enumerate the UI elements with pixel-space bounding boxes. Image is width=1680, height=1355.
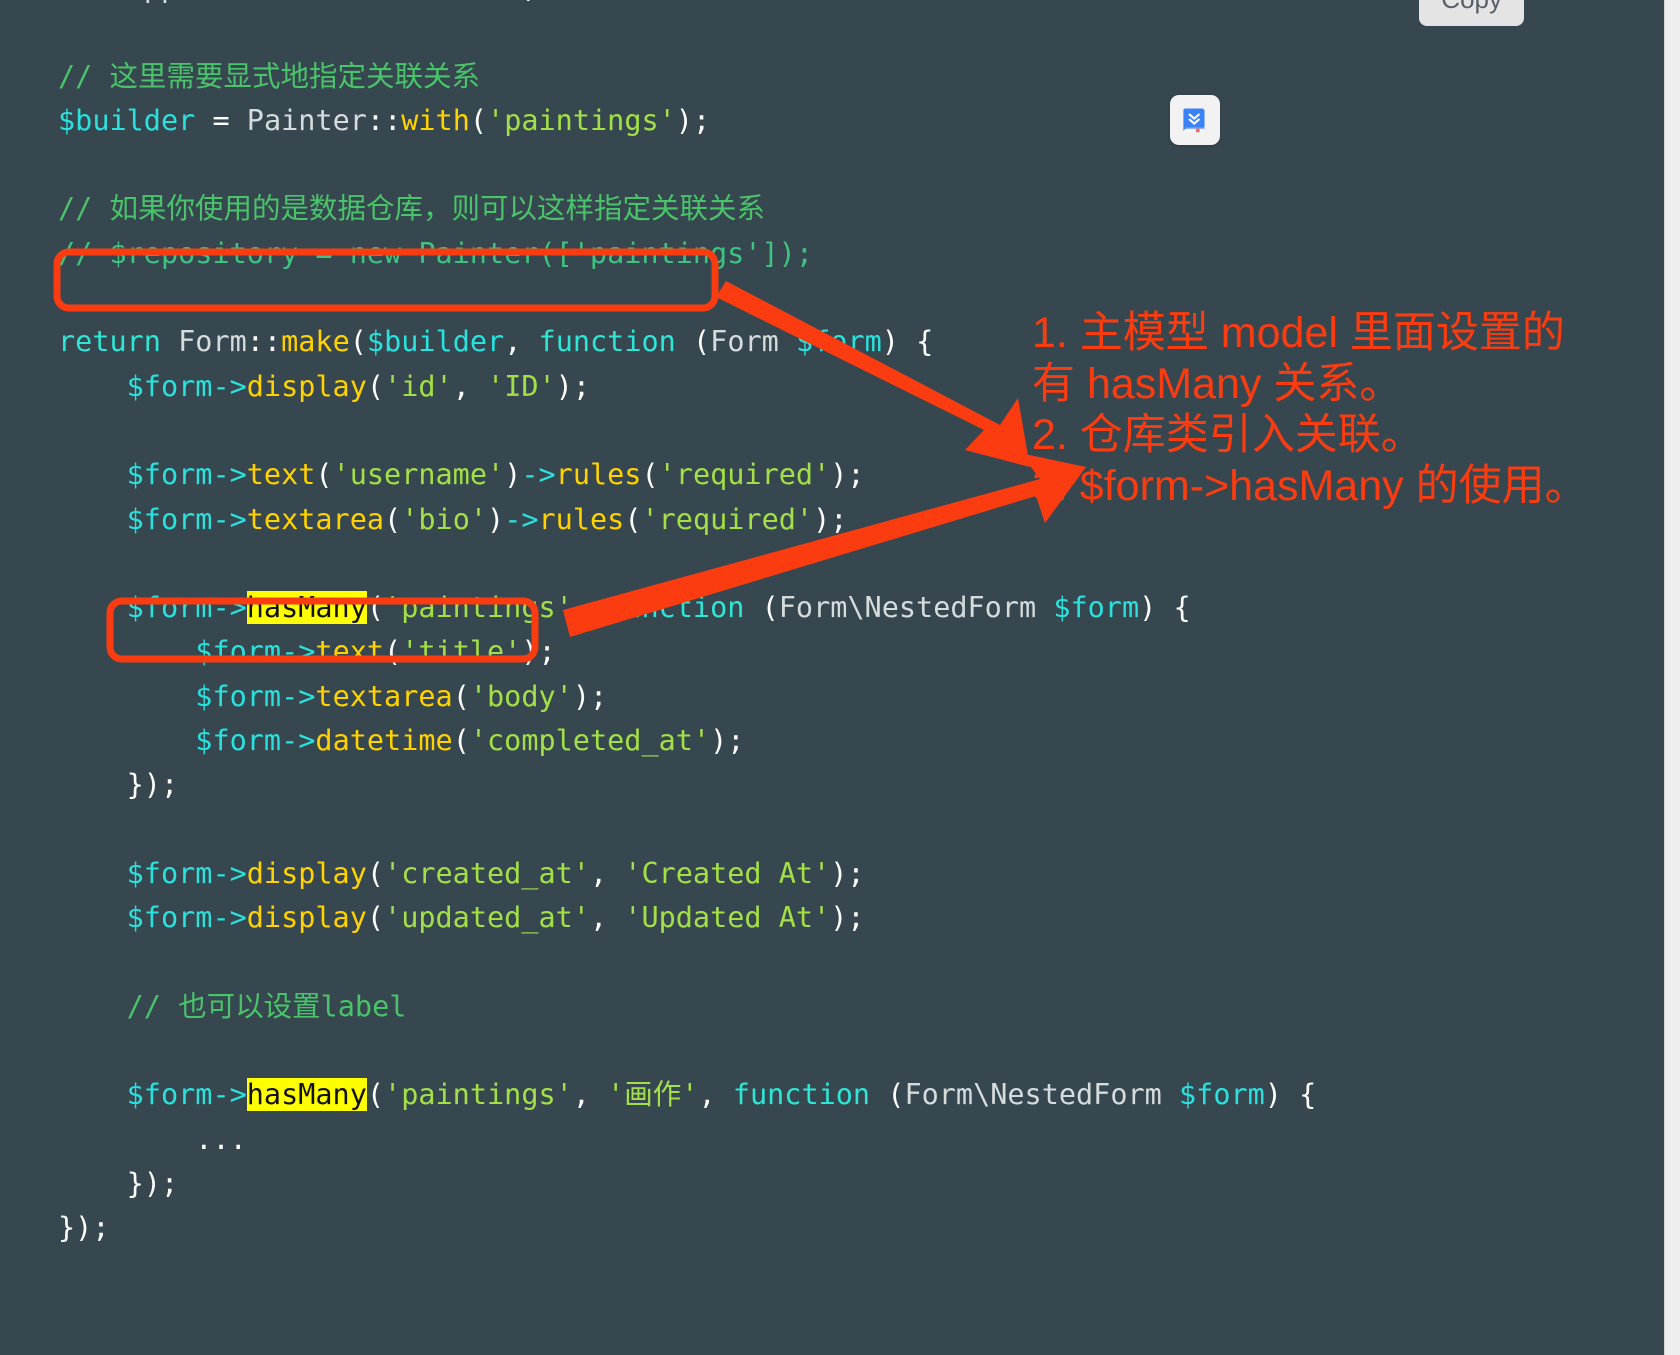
book-download-icon[interactable] bbox=[1170, 95, 1220, 145]
code-content: use App\Models\Demo\Painter; // 这里需要显式地指… bbox=[58, 0, 1317, 1245]
page-right-gutter bbox=[1664, 0, 1680, 1355]
book-download-icon-glyph bbox=[1183, 108, 1205, 133]
annotation-notes: 1. 主模型 model 里面设置的 有 hasMany 关系。 2. 仓库类引… bbox=[1032, 308, 1680, 512]
code-block-panel: use App\Models\Demo\Painter; // 这里需要显式地指… bbox=[0, 0, 1664, 1355]
copy-button[interactable]: Copy bbox=[1419, 0, 1524, 26]
hasmany-highlight-1: hasMany bbox=[246, 591, 367, 625]
annotation-note-1: 1. 主模型 model 里面设置的 bbox=[1032, 309, 1565, 357]
annotation-note-2: 2. 仓库类引入关联。 bbox=[1032, 411, 1424, 459]
hasmany-highlight-2: hasMany bbox=[246, 1078, 367, 1112]
annotation-note-1-cont: 有 hasMany 关系。 bbox=[1032, 360, 1403, 408]
annotation-note-3: 3. $form->hasMany 的使用。 bbox=[1032, 462, 1588, 510]
screenshot-root: use App\Models\Demo\Painter; // 这里需要显式地指… bbox=[0, 0, 1680, 1355]
